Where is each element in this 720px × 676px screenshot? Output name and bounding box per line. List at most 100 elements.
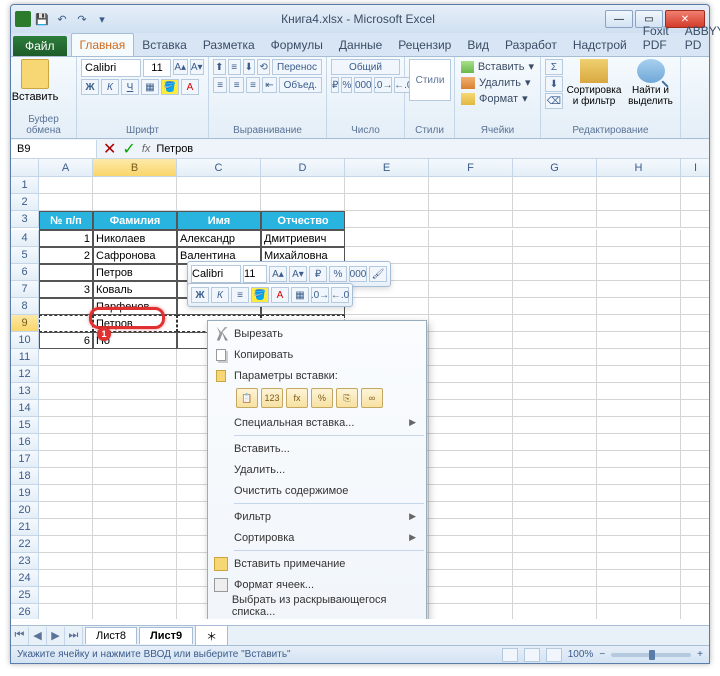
cell[interactable]	[345, 194, 429, 211]
cell[interactable]	[429, 468, 513, 485]
cell[interactable]	[513, 264, 597, 281]
tab-addins[interactable]: Надстрой	[565, 34, 635, 56]
cell[interactable]	[429, 230, 513, 247]
cell[interactable]	[429, 383, 513, 400]
cell[interactable]	[681, 587, 709, 604]
cell[interactable]	[93, 468, 177, 485]
cell[interactable]	[681, 502, 709, 519]
cell[interactable]: Парфенов	[93, 298, 177, 315]
cell[interactable]	[681, 230, 709, 247]
cell[interactable]	[93, 502, 177, 519]
cell[interactable]: Александр	[177, 230, 261, 247]
cell[interactable]	[597, 553, 681, 570]
enter-icon[interactable]: ✓	[122, 139, 135, 159]
col-header[interactable]: C	[177, 159, 261, 177]
cell[interactable]	[39, 417, 93, 434]
save-icon[interactable]: 💾	[33, 10, 51, 28]
cell[interactable]	[597, 400, 681, 417]
cell[interactable]	[597, 366, 681, 383]
cell[interactable]	[93, 570, 177, 587]
cell[interactable]	[597, 264, 681, 281]
col-header[interactable]: F	[429, 159, 513, 177]
sort-filter-button[interactable]: Сортировка и фильтр	[567, 59, 621, 109]
cell[interactable]	[429, 332, 513, 349]
row-header[interactable]: 18	[11, 468, 39, 485]
cell[interactable]	[429, 519, 513, 536]
mt-percent-icon[interactable]: %	[329, 266, 347, 282]
row-header[interactable]: 5	[11, 247, 39, 264]
cell[interactable]	[513, 211, 597, 228]
cell[interactable]	[429, 400, 513, 417]
row-header[interactable]: 13	[11, 383, 39, 400]
row-header[interactable]: 1	[11, 177, 39, 194]
cell[interactable]	[513, 177, 597, 194]
clear-icon[interactable]: ⌫	[545, 93, 563, 109]
cell[interactable]	[429, 366, 513, 383]
cell[interactable]	[429, 298, 513, 315]
cell[interactable]	[93, 400, 177, 417]
tab-nav-first[interactable]: ⏮	[11, 627, 29, 645]
row-header[interactable]: 6	[11, 264, 39, 281]
mt-thousands-icon[interactable]: 000	[349, 266, 367, 282]
tab-abbyy[interactable]: ABBYY PD	[677, 20, 720, 56]
cell[interactable]	[597, 298, 681, 315]
align-center-icon[interactable]: ≡	[229, 77, 243, 93]
cell[interactable]	[345, 298, 429, 315]
merge-button[interactable]: Объед.	[279, 77, 322, 93]
tab-foxit[interactable]: Foxit PDF	[635, 20, 677, 56]
cell[interactable]	[39, 485, 93, 502]
cell[interactable]	[39, 570, 93, 587]
delete-cells-button[interactable]: Удалить ▾	[459, 75, 536, 90]
zoom-out-icon[interactable]: −	[599, 649, 605, 660]
cell[interactable]	[597, 211, 681, 228]
styles-button[interactable]: Стили	[409, 59, 451, 101]
cell[interactable]	[681, 194, 709, 211]
paste-opt-2[interactable]: 123	[261, 388, 283, 408]
italic-icon[interactable]: К	[101, 79, 119, 95]
paste-opt-4[interactable]: %	[311, 388, 333, 408]
cell[interactable]	[681, 604, 709, 619]
cell[interactable]	[429, 570, 513, 587]
tab-layout[interactable]: Разметка	[195, 34, 263, 56]
cell[interactable]	[513, 247, 597, 264]
cell[interactable]	[93, 349, 177, 366]
cell[interactable]	[681, 247, 709, 264]
cell[interactable]	[429, 587, 513, 604]
ctx-dropdown[interactable]: Выбрать из раскрывающегося списка...	[208, 595, 426, 616]
mt-italic-icon[interactable]: К	[211, 287, 229, 303]
row-header[interactable]: 3	[11, 211, 39, 228]
mt-bold-icon[interactable]: Ж	[191, 287, 209, 303]
cell[interactable]	[39, 366, 93, 383]
cancel-icon[interactable]: ✕	[103, 139, 116, 159]
cell[interactable]	[597, 417, 681, 434]
mt-dec2-icon[interactable]: ←.0	[331, 287, 349, 303]
cell[interactable]	[177, 177, 261, 194]
font-color-icon[interactable]: A	[181, 79, 199, 95]
orientation-icon[interactable]: ⟲	[257, 59, 270, 75]
ctx-paste-special[interactable]: Специальная вставка...▶	[208, 412, 426, 433]
cell[interactable]	[429, 485, 513, 502]
cell[interactable]	[429, 502, 513, 519]
row-header[interactable]: 10	[11, 332, 39, 349]
cell[interactable]	[513, 485, 597, 502]
row-header[interactable]: 16	[11, 434, 39, 451]
cell[interactable]: 2	[39, 247, 93, 264]
cell[interactable]	[681, 383, 709, 400]
tab-insert[interactable]: Вставка	[134, 34, 195, 56]
mt-dec-icon[interactable]: .0→	[311, 287, 329, 303]
cell[interactable]	[597, 434, 681, 451]
indent-dec-icon[interactable]: ⇤	[262, 77, 276, 93]
cell[interactable]	[681, 519, 709, 536]
cell[interactable]: Коваль	[93, 281, 177, 298]
cell[interactable]	[39, 194, 93, 211]
mt-fill-icon[interactable]: 🪣	[251, 287, 269, 303]
fx-icon[interactable]: fx	[142, 143, 151, 155]
sheet-tab-1[interactable]: Лист8	[85, 627, 137, 644]
ctx-sort[interactable]: Сортировка▶	[208, 527, 426, 548]
fill-icon[interactable]: ⬇	[545, 76, 563, 92]
align-right-icon[interactable]: ≡	[246, 77, 260, 93]
cell[interactable]	[513, 536, 597, 553]
paste-button[interactable]: Вставить	[15, 59, 55, 103]
cell[interactable]	[39, 349, 93, 366]
paste-opt-1[interactable]: 📋	[236, 388, 258, 408]
